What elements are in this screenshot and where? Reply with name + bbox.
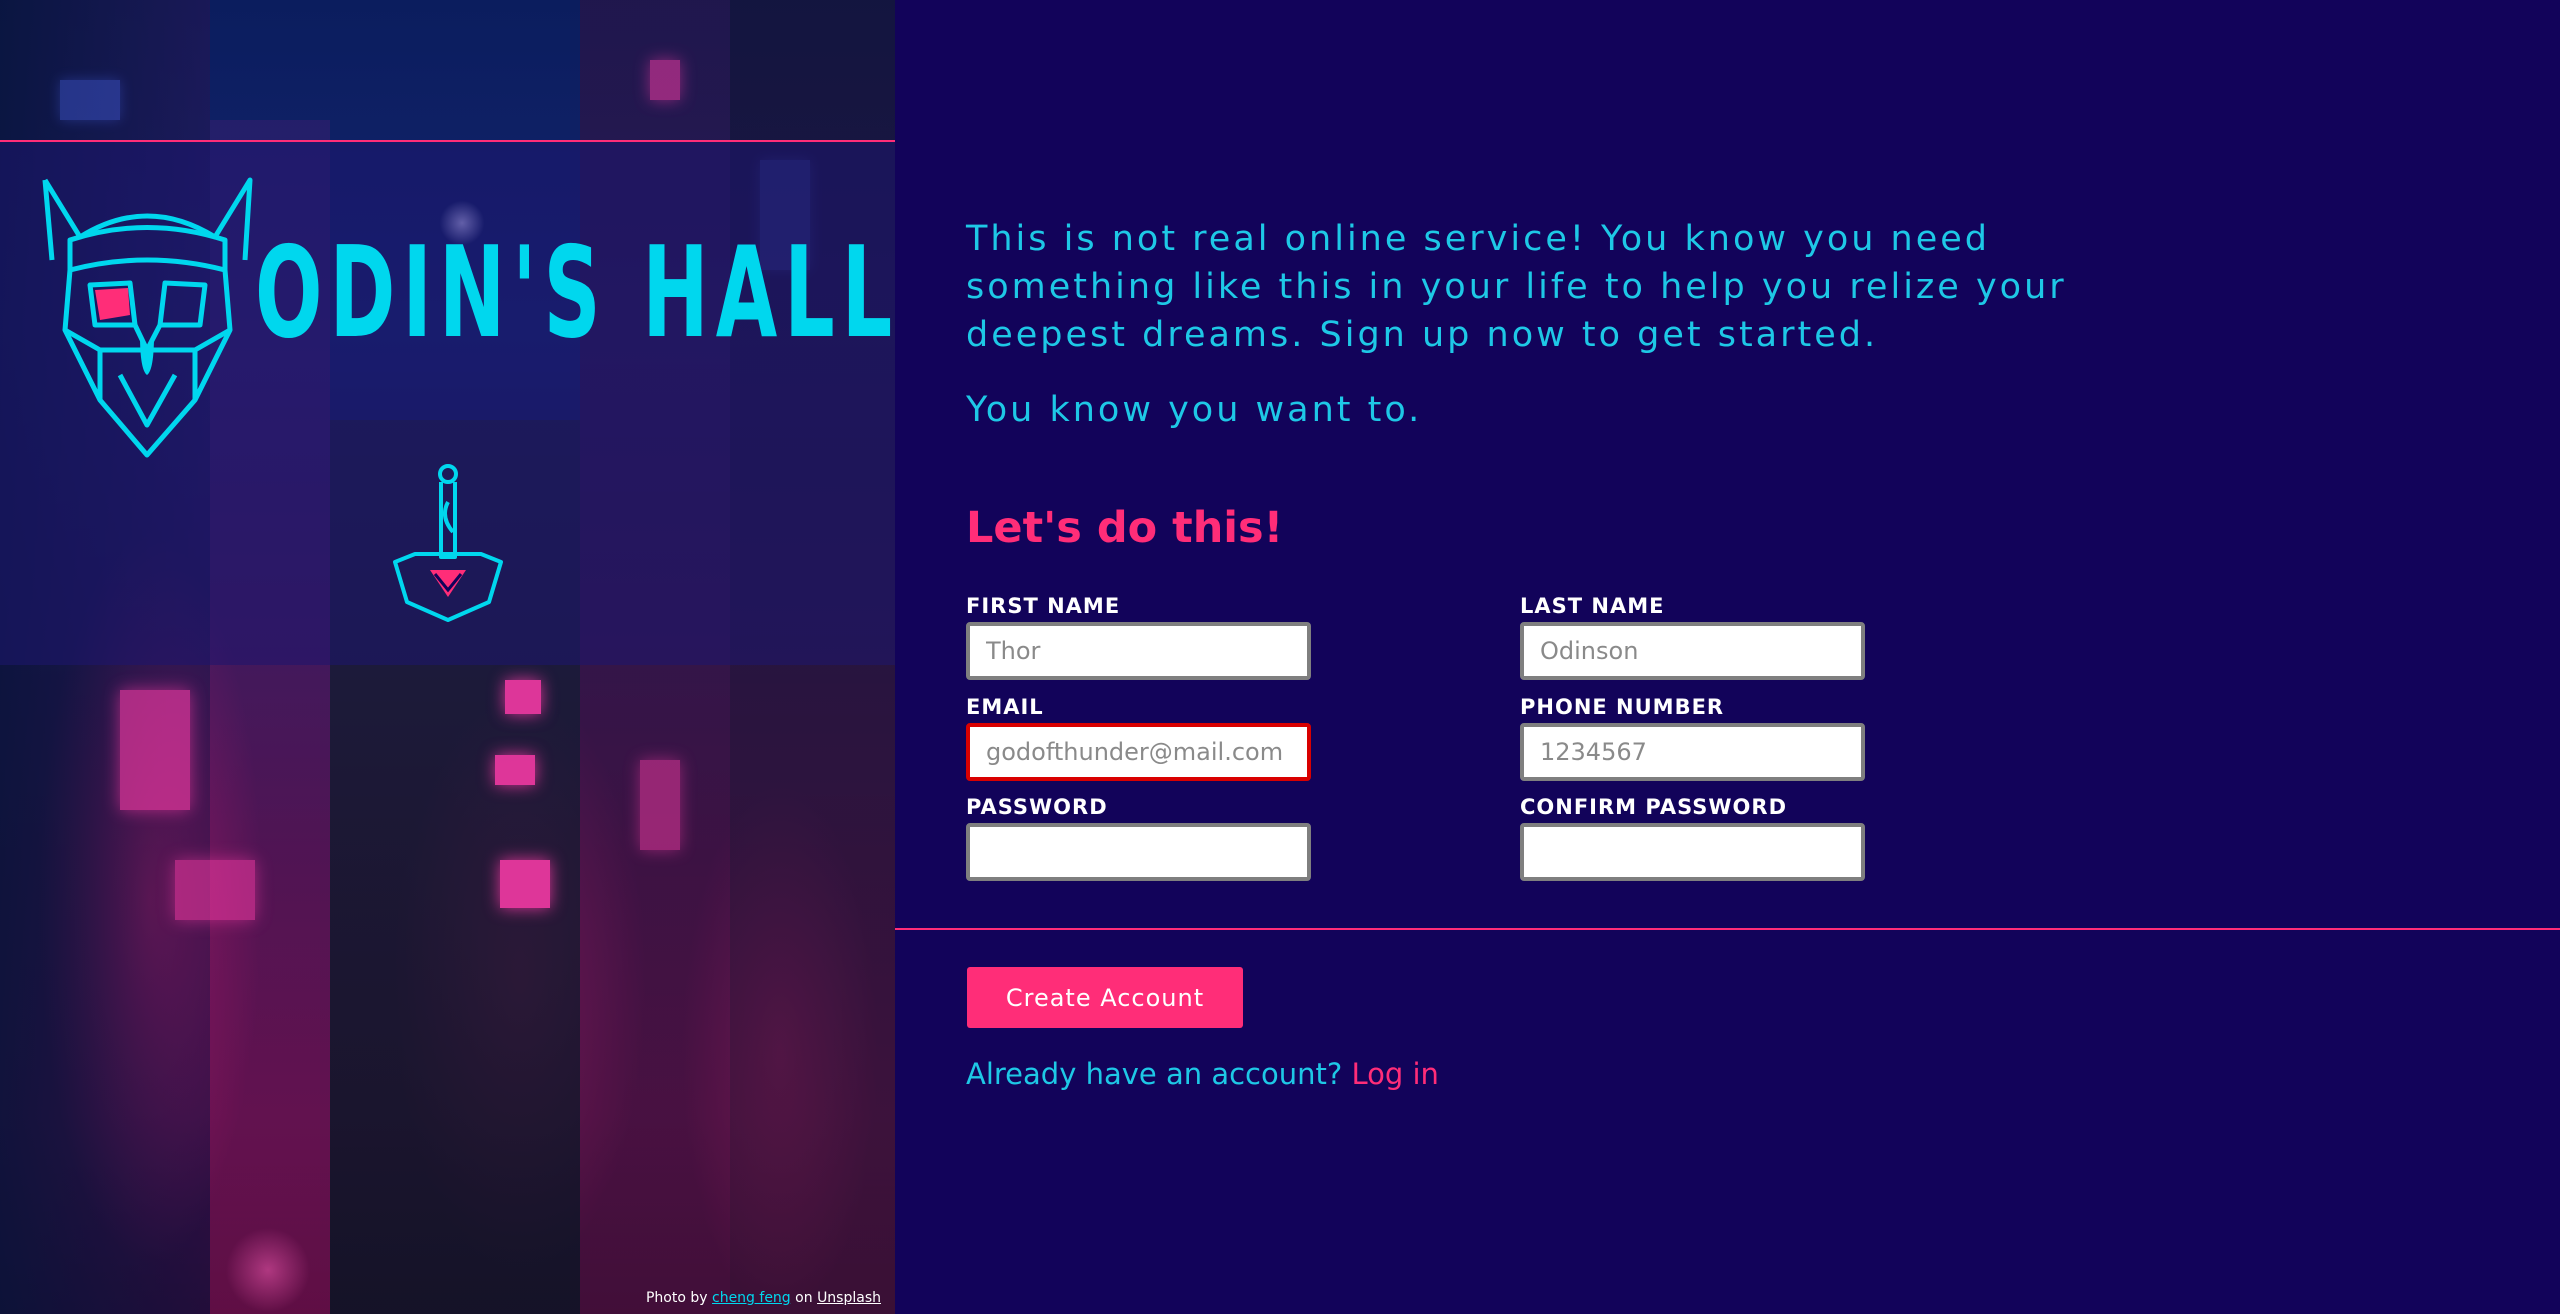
confirm-password-field: CONFIRM PASSWORD — [1520, 795, 1865, 881]
email-field: EMAIL — [966, 695, 1311, 781]
lit-window — [495, 755, 535, 785]
last-name-field: LAST NAME — [1520, 594, 1865, 680]
login-prompt-row: Already have an account? Log in — [966, 1057, 1439, 1091]
password-input[interactable] — [966, 823, 1311, 881]
phone-input[interactable] — [1520, 723, 1865, 781]
intro-tagline: You know you want to. — [966, 390, 1423, 430]
lit-window — [640, 760, 680, 850]
first-name-field: FIRST NAME — [966, 594, 1311, 680]
lit-window — [505, 680, 541, 714]
viking-helmet-icon — [42, 177, 253, 458]
email-label: EMAIL — [966, 695, 1044, 719]
photo-credit-middle: on — [795, 1290, 813, 1306]
hero-panel: ODIN'S HALL Photo by cheng feng on Unspl… — [0, 0, 895, 1314]
unsplash-link[interactable]: Unsplash — [817, 1290, 881, 1306]
lit-window — [175, 860, 255, 920]
lit-window — [650, 60, 680, 100]
password-field: PASSWORD — [966, 795, 1311, 881]
photo-credit: Photo by cheng feng on Unsplash — [646, 1290, 881, 1306]
photo-author-link[interactable]: cheng feng — [712, 1290, 791, 1306]
mjolnir-hammer-icon — [393, 464, 503, 622]
email-input[interactable] — [966, 723, 1311, 781]
phone-label: PHONE NUMBER — [1520, 695, 1725, 719]
signup-panel: This is not real online service! You kno… — [895, 0, 2560, 1314]
login-link[interactable]: Log in — [1351, 1057, 1438, 1091]
first-name-label: FIRST NAME — [966, 594, 1121, 618]
password-label: PASSWORD — [966, 795, 1108, 819]
first-name-input[interactable] — [966, 622, 1311, 680]
lit-window — [500, 860, 550, 908]
confirm-password-input[interactable] — [1520, 823, 1865, 881]
create-account-button[interactable]: Create Account — [967, 967, 1243, 1028]
photo-credit-prefix: Photo by — [645, 1290, 708, 1306]
brand-name: ODIN'S HALL — [255, 219, 895, 366]
form-heading: Let's do this! — [966, 503, 1284, 553]
lit-window — [60, 80, 120, 120]
last-name-input[interactable] — [1520, 622, 1865, 680]
intro-paragraph: This is not real online service! You kno… — [966, 219, 2067, 355]
confirm-password-label: CONFIRM PASSWORD — [1520, 795, 1788, 819]
phone-field: PHONE NUMBER — [1520, 695, 1865, 781]
section-divider — [895, 928, 2560, 930]
lit-window — [120, 690, 190, 810]
last-name-label: LAST NAME — [1520, 594, 1665, 618]
login-prompt-text: Already have an account? — [966, 1057, 1343, 1091]
